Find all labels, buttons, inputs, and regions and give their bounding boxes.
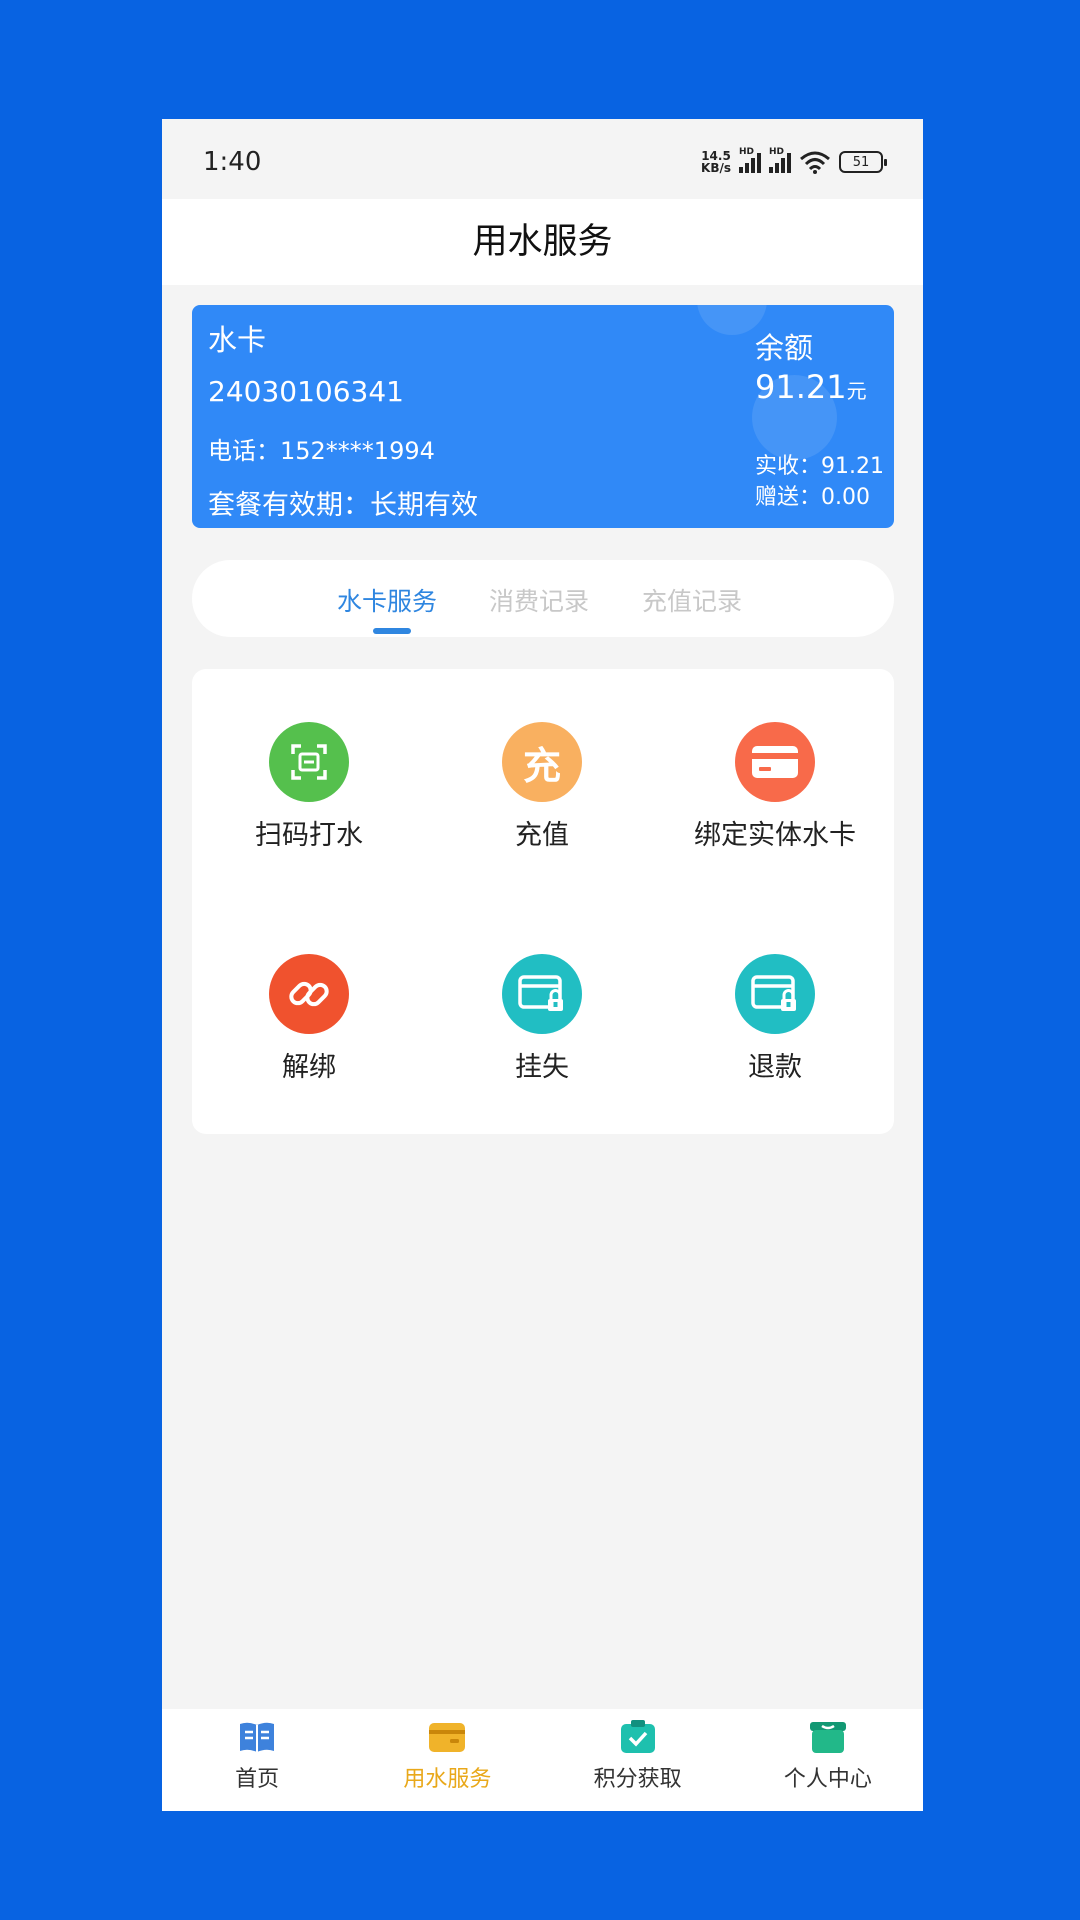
nav-water-service[interactable]: 用水服务 <box>352 1709 542 1811</box>
signal-icon-2: HD <box>769 147 791 173</box>
tab-card-service[interactable]: 水卡服务 <box>337 582 437 618</box>
report-loss-button[interactable]: 挂失 <box>426 954 658 1084</box>
book-icon <box>240 1722 275 1752</box>
status-bar: 1:40 14.5 KB/s HD HD 51 <box>162 119 923 199</box>
refund-button[interactable]: 退款 <box>659 954 891 1084</box>
tab-bar: 水卡服务 消费记录 充值记录 <box>192 560 894 637</box>
network-speed: 14.5 KB/s <box>701 149 731 175</box>
unbind-button[interactable]: 解绑 <box>193 954 425 1084</box>
tab-indicator <box>373 628 411 634</box>
status-time: 1:40 <box>203 147 262 177</box>
recharge-button[interactable]: 充 充值 <box>426 722 658 852</box>
phone-screen: 1:40 14.5 KB/s HD HD 51 用水服务 水卡 24030106… <box>162 119 923 1811</box>
balance-label: 余额 <box>755 331 814 365</box>
clipboard-check-icon <box>620 1720 655 1753</box>
bind-card-button[interactable]: 绑定实体水卡 <box>659 722 891 852</box>
nav-profile[interactable]: 个人中心 <box>733 1709 923 1811</box>
scan-water-button[interactable]: 扫码打水 <box>193 722 425 852</box>
card-lock-icon <box>502 954 582 1034</box>
nav-points[interactable]: 积分获取 <box>543 1709 733 1811</box>
recharge-icon: 充 <box>502 722 582 802</box>
wallet-icon <box>429 1723 466 1752</box>
box-icon <box>809 1722 846 1753</box>
card-lock-icon <box>735 954 815 1034</box>
nav-home[interactable]: 首页 <box>162 1709 352 1811</box>
card-title: 水卡 <box>208 323 267 357</box>
scan-icon <box>269 722 349 802</box>
service-grid: 扫码打水 充 充值 绑定实体水卡 解绑 挂失 退款 <box>192 669 894 1134</box>
bottom-nav: 首页 用水服务 积分获取 个人中心 <box>162 1709 923 1811</box>
card-icon <box>735 722 815 802</box>
tab-recharge-records[interactable]: 充值记录 <box>642 582 742 618</box>
status-icons: 14.5 KB/s HD HD 51 <box>701 147 887 177</box>
wifi-icon <box>800 151 830 174</box>
unlink-icon <box>269 954 349 1034</box>
card-number: 24030106341 <box>208 375 404 408</box>
tab-consumption-records[interactable]: 消费记录 <box>489 582 589 618</box>
balance-unit: 元 <box>846 379 867 403</box>
water-card[interactable]: 水卡 24030106341 电话：152****1994 套餐有效期：长期有效… <box>192 305 894 528</box>
paid-amount: 实收：91.21 <box>755 454 884 479</box>
card-validity: 套餐有效期：长期有效 <box>208 490 478 521</box>
page-title: 用水服务 <box>472 222 613 262</box>
bonus-amount: 赠送：0.00 <box>755 485 870 510</box>
app-header: 用水服务 <box>162 199 923 285</box>
balance-value: 91.21元 <box>755 368 867 406</box>
signal-icon: HD <box>739 147 761 173</box>
battery-icon: 51 <box>839 151 887 173</box>
card-phone: 电话：152****1994 <box>208 437 435 465</box>
